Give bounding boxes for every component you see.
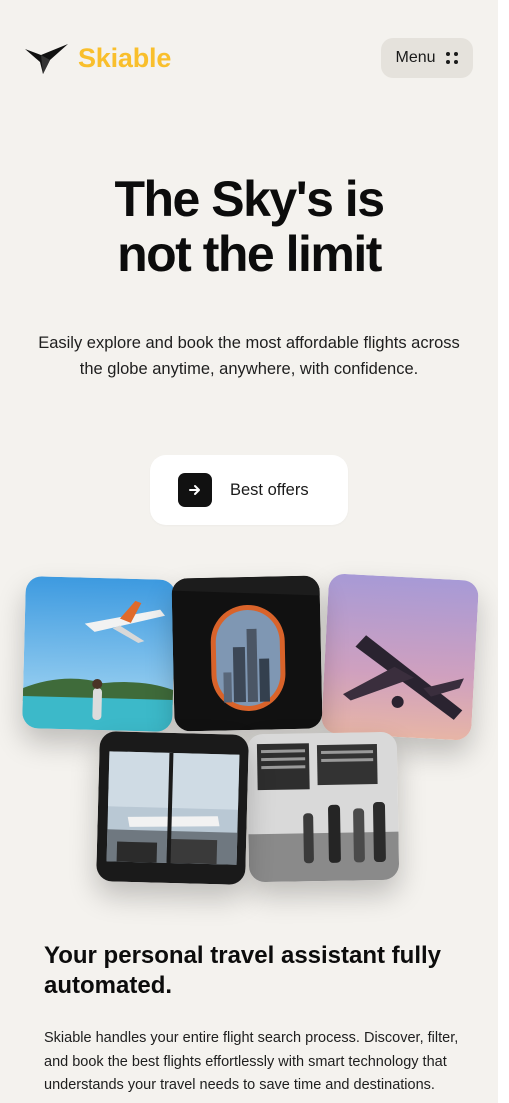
hero-title-line-1: The Sky's is [114, 171, 385, 227]
site-header: Skiable Menu [24, 36, 474, 80]
brand-name: Skiable [78, 42, 172, 73]
page: Skiable Menu The Sky's is not the limit … [0, 0, 498, 1103]
menu-button[interactable]: Menu [381, 38, 473, 78]
page-edge [498, 0, 509, 1103]
feature-body: Skiable handles your entire flight searc… [44, 1030, 459, 1093]
airplane-takeoff-sunset-photo [320, 573, 480, 741]
dots-grid-icon [445, 52, 458, 64]
menu-label: Menu [395, 49, 436, 66]
brand-logo-link[interactable]: Skiable [24, 40, 171, 76]
feature-title: Your personal travel assistant fully aut… [44, 942, 442, 999]
photo-gallery [0, 565, 498, 905]
airport-departure-board-photo [246, 731, 400, 883]
best-offers-button[interactable]: Best offers [150, 455, 348, 525]
hero-subtitle: Easily explore and book the most afforda… [38, 334, 460, 378]
airplane-window-city-photo [171, 575, 323, 732]
bird-icon [25, 44, 68, 74]
hero-title: The Sky's is not the limit [0, 172, 498, 282]
airport-lounge-window-photo [96, 731, 249, 885]
best-offers-label: Best offers [230, 480, 309, 499]
arrow-right-icon [178, 473, 212, 507]
hero-title-line-2: not the limit [117, 226, 382, 282]
airplane-over-beach-photo [22, 576, 176, 732]
